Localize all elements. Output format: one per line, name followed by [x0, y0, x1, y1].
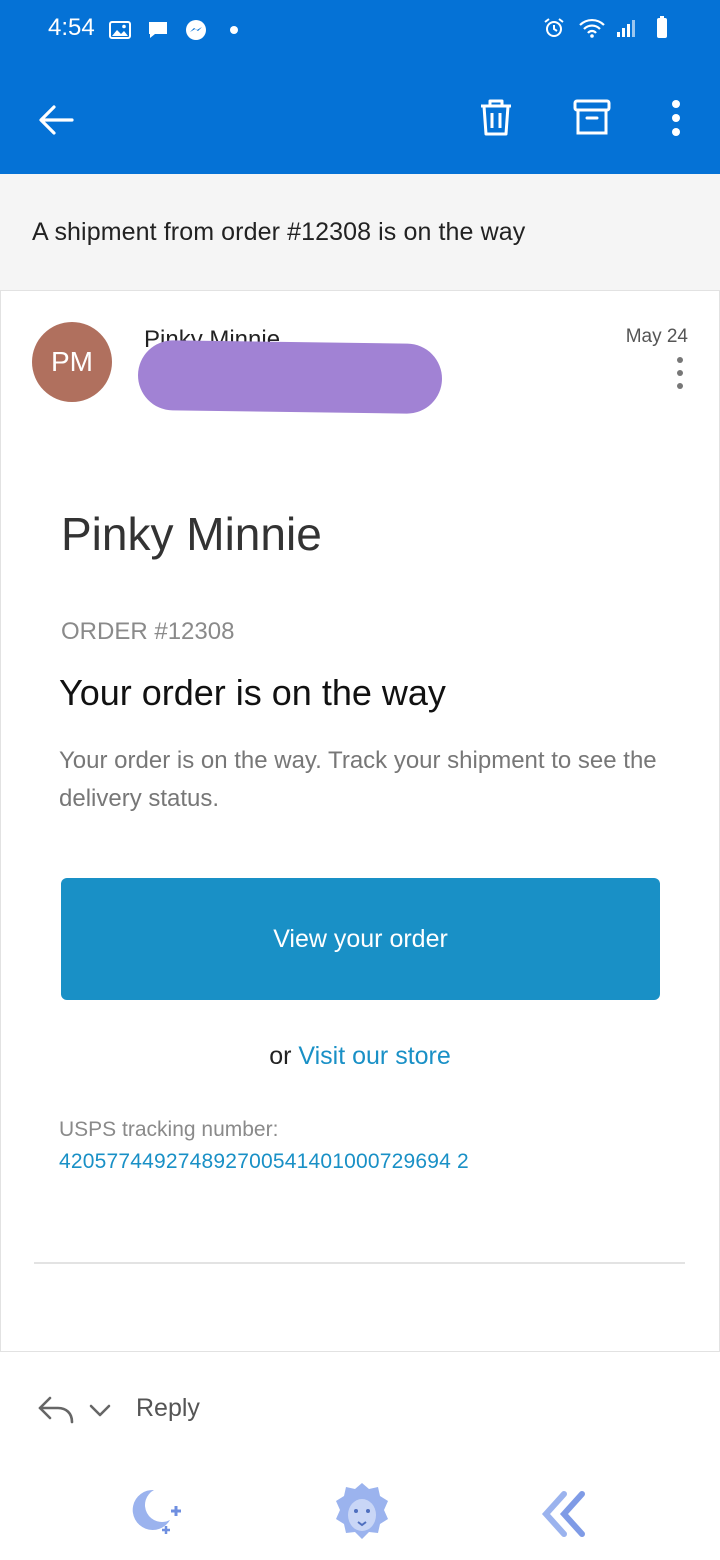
reply-icon[interactable] [36, 1392, 76, 1428]
order-number: ORDER #12308 [61, 618, 235, 645]
store-link-line: or Visit our store [0, 1042, 720, 1071]
shop-name: Pinky Minnie [61, 508, 322, 560]
email-screen: 4:54 A shipment from order #12308 is on … [0, 0, 720, 1560]
status-time: 4:54 [48, 14, 95, 41]
or-text: or [269, 1042, 292, 1070]
back-arrow-icon[interactable] [34, 98, 78, 142]
message-card [0, 290, 720, 1352]
message-date: May 24 [625, 326, 688, 347]
visit-store-link[interactable]: Visit our store [298, 1042, 450, 1070]
divider [34, 1262, 685, 1264]
reply-button[interactable]: Reply [136, 1394, 200, 1423]
email-headline: Your order is on the way [59, 672, 446, 713]
trash-icon[interactable] [474, 96, 518, 140]
status-system-icons [542, 16, 674, 40]
lion-icon[interactable] [332, 1480, 392, 1546]
status-notification-icons [108, 18, 246, 42]
redaction-mark [137, 339, 443, 415]
moon-stars-icon[interactable] [128, 1484, 192, 1540]
tracking-number-link[interactable]: 420577449274892700541401000729694 2 [59, 1150, 469, 1174]
archive-icon[interactable] [570, 96, 614, 140]
dot-icon [222, 18, 246, 42]
double-chevron-left-icon[interactable] [538, 1488, 592, 1540]
image-icon [108, 18, 132, 42]
app-header: 4:54 [0, 0, 720, 174]
message-more-icon[interactable] [668, 354, 692, 394]
chat-icon [146, 18, 170, 42]
battery-icon [650, 16, 674, 40]
avatar-initials: PM [51, 346, 93, 377]
email-body-text: Your order is on the way. Track your shi… [59, 747, 657, 812]
signal-icon [614, 16, 638, 40]
wifi-icon [578, 16, 605, 40]
view-order-button[interactable]: View your order [61, 878, 660, 1000]
chevron-down-icon[interactable] [88, 1396, 112, 1424]
alarm-icon [542, 16, 566, 40]
email-subject: A shipment from order #12308 is on the w… [32, 218, 526, 246]
avatar[interactable]: PM [32, 322, 112, 402]
messenger-icon [184, 18, 208, 42]
more-vert-icon[interactable] [658, 96, 694, 140]
view-order-button-label: View your order [273, 924, 448, 953]
tracking-label: USPS tracking number: [59, 1118, 279, 1141]
